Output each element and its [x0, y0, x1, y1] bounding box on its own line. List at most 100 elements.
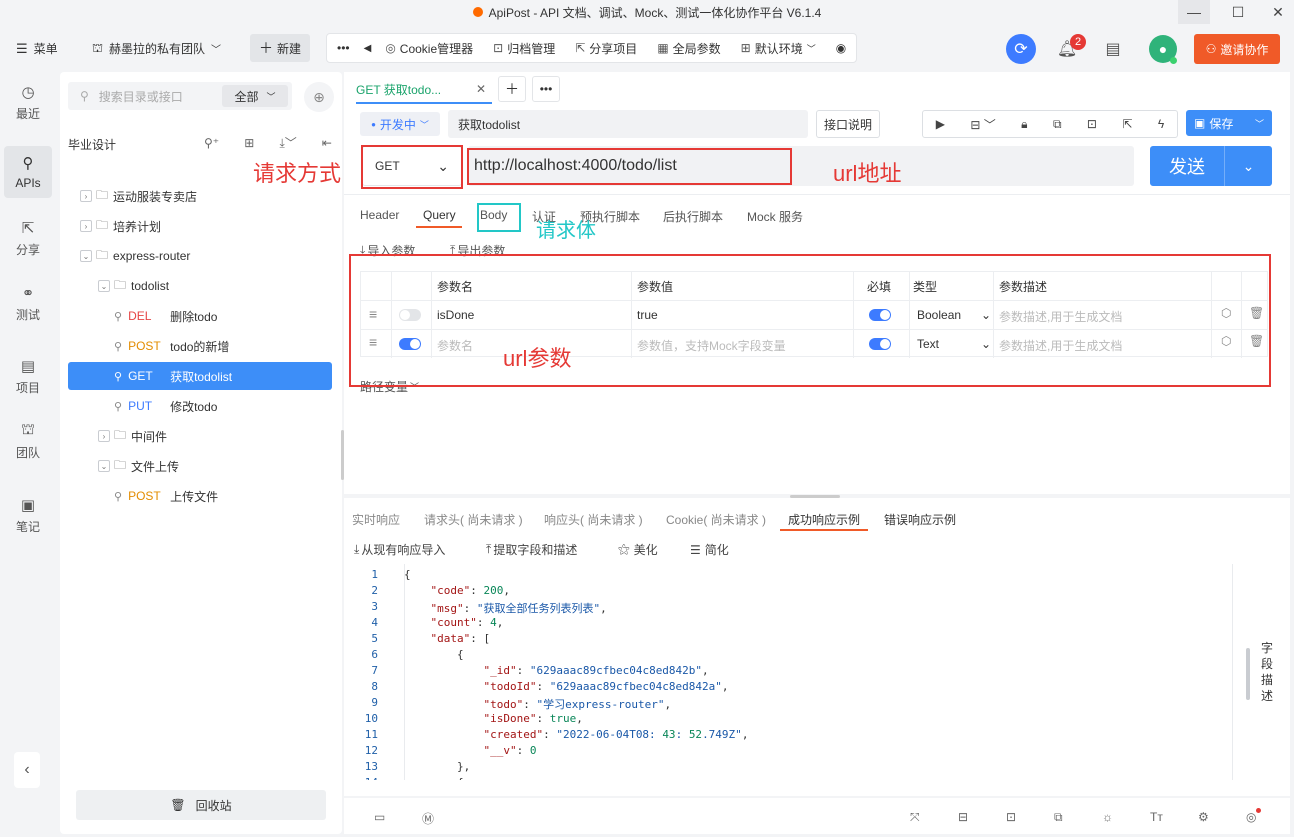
tree-api-item[interactable]: ⚲ POST todo的新增 — [68, 332, 332, 360]
tree-api-item[interactable]: ⚲ DEL 删除todo — [68, 302, 332, 330]
minimize-button[interactable]: — — [1178, 0, 1210, 24]
request-tab[interactable]: GET 获取todo... ✕ — [356, 76, 492, 104]
flash-icon[interactable]: ϟ — [1158, 117, 1164, 131]
code-editor[interactable]: 1{2 "code": 200, 3 "msg": "获取全部任务列表列表", 4 … — [344, 564, 1248, 780]
response-tab-4[interactable]: 成功响应示例 — [788, 511, 860, 528]
tree-folder[interactable]: › 🗀︎ 中间件 — [68, 422, 332, 450]
lock-icon[interactable]: 🔒︎ — [1021, 117, 1027, 132]
chevron-right-icon[interactable]: › — [98, 430, 110, 442]
extract-fields-button[interactable]: ⤒ 提取字段和描述 — [486, 541, 577, 558]
new-folder-icon[interactable]: ⊞ — [244, 136, 254, 150]
close-icon[interactable]: ✕ — [476, 82, 486, 96]
tab-1[interactable]: Query — [423, 208, 456, 222]
layout-icon[interactable]: ▭ — [374, 810, 385, 824]
tab-6[interactable]: Mock 服务 — [747, 208, 803, 225]
recycle-bin-button[interactable]: 🗑︎ 回收站 — [76, 790, 326, 820]
global-params-button[interactable]: ▦ 全局参数 — [657, 40, 720, 57]
line-number: 11 — [364, 728, 378, 741]
response-tab-3[interactable]: Cookie( 尚未请求 ) — [666, 511, 766, 528]
copy-icon[interactable]: ⧉ — [1053, 117, 1062, 132]
collapse-rail-button[interactable]: ‹ — [14, 752, 40, 788]
doc-icon[interactable]: ⊟ ﹀ — [970, 116, 995, 133]
env-selector[interactable]: ⊞ 默认环境 ﹀ — [741, 40, 816, 57]
cookie-manager-button[interactable]: ◎ Cookie管理器 — [385, 40, 473, 57]
rail-item-recent[interactable]: ◷ 最近 — [4, 76, 52, 128]
chevron-down-icon[interactable]: ⌄ — [80, 250, 92, 262]
api-doc-button[interactable]: 接口说明 — [816, 110, 880, 138]
markdown-icon[interactable]: Ⓜ — [422, 810, 434, 827]
tree-folder[interactable]: › 🗀︎ 培养计划 — [68, 212, 332, 240]
archive-button[interactable]: ⊡ 归档管理 — [493, 40, 555, 57]
sun-icon[interactable]: ☼ — [1102, 810, 1113, 824]
cookie-icon[interactable]: ◎ — [1246, 810, 1256, 824]
send-button[interactable]: 发送 ⌄ — [1150, 146, 1272, 186]
maximize-button[interactable]: ☐ — [1222, 0, 1254, 24]
import-icon[interactable]: ⤓﹀ — [279, 134, 296, 151]
team-selector[interactable]: ⛫ 赫墨拉的私有团队 ﹀ — [92, 40, 221, 57]
chevron-down-icon[interactable]: ⌄ — [98, 280, 110, 292]
compress-icon[interactable]: ⤧ — [910, 810, 920, 825]
collapse-left-icon[interactable]: ◀ — [364, 43, 372, 54]
status-select[interactable]: ● 开发中 ﹀ — [360, 112, 440, 136]
chevron-down-icon[interactable]: ⌄ — [98, 460, 110, 472]
tab-5[interactable]: 后执行脚本 — [663, 208, 723, 225]
rail-item-project[interactable]: ▤ 项目 — [4, 350, 52, 402]
annotation-body: 请求体 — [536, 220, 596, 242]
folder-icon: 🗀︎ — [114, 427, 127, 442]
tree-api-item[interactable]: ⚲ PUT 修改todo — [68, 392, 332, 420]
rail-item-team[interactable]: ⛫ 团队 — [4, 415, 52, 467]
beautify-button[interactable]: ⚝ 美化 — [618, 541, 658, 558]
copy-icon[interactable]: ⧉ — [1054, 810, 1063, 825]
rail-item-notes[interactable]: ▣ 笔记 — [4, 489, 52, 541]
line-number: 1 — [371, 568, 378, 581]
notes-icon[interactable]: ▤ — [1102, 38, 1124, 60]
invite-button[interactable]: ⚇ 邀请协作 — [1194, 34, 1280, 64]
search-box[interactable]: ⚲ 搜索目录或接口 全部 ﹀ — [68, 82, 292, 110]
rail-item-apis[interactable]: ⚲ APIs — [4, 146, 52, 198]
more-icon[interactable]: ••• — [337, 41, 350, 55]
rail-item-test[interactable]: ⚭ 测试 — [4, 277, 52, 329]
eye-icon[interactable]: ◉ — [836, 41, 846, 55]
tree-folder[interactable]: ⌄ 🗀︎ 文件上传 — [68, 452, 332, 480]
field-desc-toggle[interactable]: 字段描述 — [1261, 640, 1275, 704]
response-tab-5[interactable]: 错误响应示例 — [884, 511, 956, 528]
tree-folder[interactable]: ⌄ 🗀︎ todolist — [68, 272, 332, 300]
filter-select[interactable]: 全部 ﹀ — [222, 85, 288, 107]
tree-item-label: todo的新增 — [170, 339, 230, 354]
new-api-icon[interactable]: ⚲⁺ — [204, 136, 219, 150]
tree-api-item[interactable]: ⚲ GET 获取todolist — [68, 362, 332, 390]
sync-icon[interactable]: ⟳ — [1006, 34, 1036, 64]
chevron-right-icon[interactable]: › — [80, 220, 92, 232]
link-icon: ⚲ — [114, 490, 123, 503]
code-icon[interactable]: ⊡ — [1087, 117, 1097, 131]
locate-icon[interactable]: ⊕ — [304, 82, 334, 112]
api-name-input[interactable]: 获取todolist — [448, 110, 808, 138]
share-project-button[interactable]: ⇱ 分享项目 — [575, 40, 637, 57]
editor-scrollbar[interactable] — [1246, 648, 1250, 700]
tree-item-label: 删除todo — [170, 309, 218, 324]
run-icon[interactable]: ▶ — [936, 117, 945, 131]
add-tab-button[interactable]: ＋ — [498, 76, 526, 102]
response-tab-1[interactable]: 请求头( 尚未请求 ) — [424, 511, 523, 528]
menu-button[interactable]: ☰ 菜单 — [16, 40, 58, 57]
response-tab-2[interactable]: 响应头( 尚未请求 ) — [544, 511, 643, 528]
search-input[interactable]: 搜索目录或接口 — [99, 88, 183, 105]
save-button[interactable]: ▣ 保存 ﹀ — [1186, 110, 1272, 136]
settings-icon[interactable]: ⚙ — [1198, 810, 1209, 824]
chevron-right-icon[interactable]: › — [80, 190, 92, 202]
share-icon[interactable]: ⇱ — [1122, 117, 1132, 131]
split-icon[interactable]: ⊡ — [1006, 810, 1016, 824]
response-tab-0[interactable]: 实时响应 — [352, 511, 400, 528]
import-response-button[interactable]: ⤓ 从现有响应导入 — [354, 541, 445, 558]
rail-item-share[interactable]: ⇱ 分享 — [4, 212, 52, 264]
sort-icon[interactable]: ⇤ — [322, 136, 332, 150]
tree-api-item[interactable]: ⚲ POST 上传文件 — [68, 482, 332, 510]
tree-folder[interactable]: ⌄ 🗀︎ express-router — [68, 242, 332, 270]
font-size-icon[interactable]: Tт — [1150, 810, 1163, 824]
tab-more-icon[interactable]: ••• — [532, 76, 560, 102]
new-button[interactable]: ＋ 新建 — [250, 34, 310, 62]
tab-0[interactable]: Header — [360, 208, 399, 222]
terminal-icon[interactable]: ⊟ — [958, 810, 968, 824]
simplify-button[interactable]: ☰ 简化 — [690, 541, 729, 558]
close-window-button[interactable]: ✕ — [1262, 0, 1294, 24]
